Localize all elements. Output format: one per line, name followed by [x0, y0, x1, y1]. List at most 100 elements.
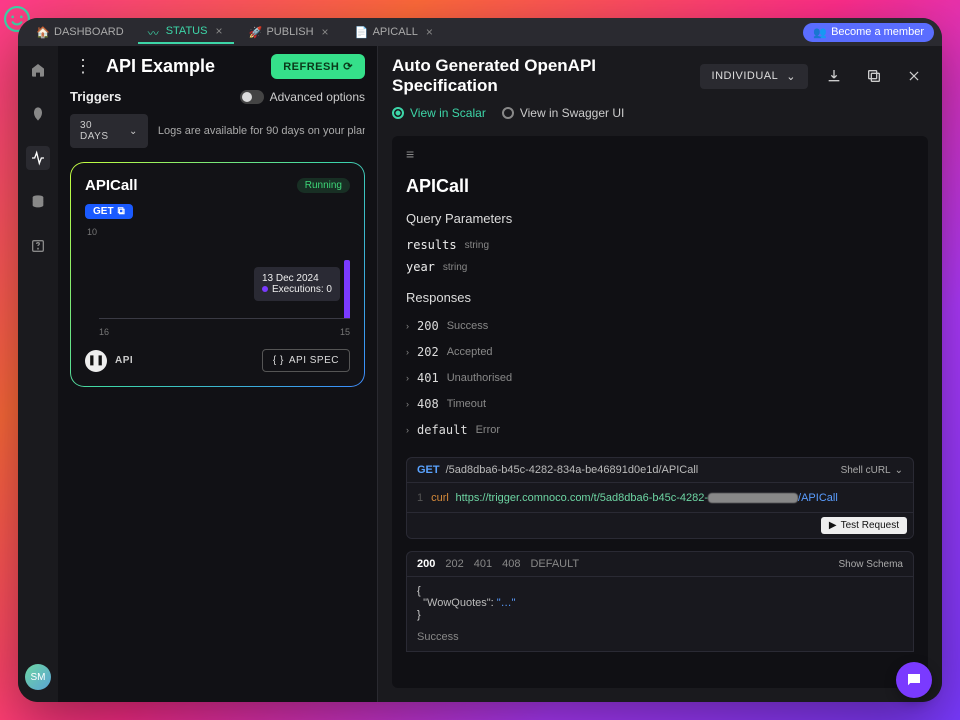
sidebar: SM: [18, 46, 58, 702]
param-type: string: [465, 240, 489, 251]
view-scalar-radio[interactable]: View in Scalar: [392, 106, 486, 120]
code-sample: GET /5ad8dba6-b45c-4282-834a-be46891d0e1…: [406, 457, 914, 539]
trigger-card[interactable]: APICall Running GET ⧉ 10: [70, 162, 365, 387]
logs-retention-msg: Logs are available for 90 days on your p…: [158, 125, 365, 137]
url-end: /APICall: [798, 492, 838, 504]
tab-label: APICALL: [373, 26, 418, 38]
response-code: 202: [417, 345, 439, 359]
discord-icon: 👥: [813, 26, 827, 39]
chevron-right-icon: ›: [406, 399, 409, 409]
code-method: GET: [417, 464, 440, 476]
sidebar-item-database[interactable]: [26, 190, 50, 214]
x-tick-end: 15: [340, 327, 350, 337]
radio-icon: [502, 107, 514, 119]
tab-label: PUBLISH: [266, 26, 313, 38]
chevron-down-icon: ⌄: [895, 465, 903, 476]
sidebar-item-help[interactable]: [26, 234, 50, 258]
avatar[interactable]: SM: [25, 664, 51, 690]
download-button[interactable]: [820, 62, 848, 90]
test-label: Test Request: [841, 520, 899, 531]
tooltip-date: 13 Dec 2024: [262, 273, 332, 284]
become-member-button[interactable]: 👥 Become a member: [803, 23, 934, 42]
resp-tab-408[interactable]: 408: [502, 558, 520, 570]
radio-icon: [392, 107, 404, 119]
response-row[interactable]: › 408 Timeout: [406, 391, 914, 417]
tab-apicall[interactable]: 📄 APICALL ×: [345, 21, 445, 43]
tab-label: DASHBOARD: [54, 26, 124, 38]
api-spec-button[interactable]: { } API SPEC: [262, 349, 350, 372]
curl-cmd: curl: [431, 492, 449, 504]
close-icon[interactable]: ×: [424, 25, 435, 39]
code-path: /5ad8dba6-b45c-4282-834a-be46891d0e1d/AP…: [446, 464, 699, 476]
chevron-down-icon: ⌄: [786, 70, 796, 83]
close-button[interactable]: [900, 62, 928, 90]
pause-button[interactable]: ❚❚: [85, 350, 107, 372]
test-request-button[interactable]: ▶ Test Request: [821, 517, 907, 534]
chart-tooltip: 13 Dec 2024 Executions: 0: [254, 267, 340, 301]
sidebar-item-rocket[interactable]: [26, 102, 50, 126]
tab-label: STATUS: [166, 25, 208, 37]
response-json: { "WowQuotes": "…" } Success: [406, 577, 914, 652]
chat-fab[interactable]: [896, 662, 932, 698]
copy-button[interactable]: [860, 62, 888, 90]
method-pill[interactable]: GET ⧉: [85, 204, 133, 219]
home-icon: 🏠: [36, 26, 48, 38]
view-swagger-radio[interactable]: View in Swagger UI: [502, 106, 625, 120]
menu-icon[interactable]: ≡: [406, 146, 914, 162]
refresh-icon: ⟳: [343, 60, 353, 73]
endpoint-name: APICall: [406, 176, 914, 197]
resp-tab-401[interactable]: 401: [474, 558, 492, 570]
executions-chart: 10 16 15 13 Dec 2024: [85, 227, 350, 337]
spec-label: API SPEC: [289, 355, 339, 366]
triggers-panel: ⋮ API Example REFRESH ⟳ Triggers Advance…: [58, 46, 378, 702]
spec-title: Auto Generated OpenAPI Specification: [392, 56, 688, 96]
response-tabs: 200 202 401 408 DEFAULT Show Schema: [406, 551, 914, 577]
refresh-button[interactable]: REFRESH ⟳: [271, 54, 365, 79]
response-label: Timeout: [447, 398, 486, 410]
sidebar-item-home[interactable]: [26, 58, 50, 82]
sidebar-item-activity[interactable]: [26, 146, 50, 170]
resp-tab-200[interactable]: 200: [417, 558, 435, 570]
shell-select[interactable]: Shell cURL ⌄: [841, 465, 903, 476]
response-row[interactable]: › 200 Success: [406, 313, 914, 339]
radio-label: View in Swagger UI: [520, 106, 625, 120]
response-label: Success: [447, 320, 489, 332]
advanced-label: Advanced options: [270, 90, 365, 104]
scope-select[interactable]: INDIVIDUAL ⌄: [700, 64, 808, 89]
y-tick-10: 10: [87, 227, 97, 237]
more-icon[interactable]: ⋮: [70, 54, 96, 79]
triggers-heading: Triggers: [70, 89, 121, 104]
tab-dashboard[interactable]: 🏠 DASHBOARD: [26, 22, 134, 42]
show-schema-button[interactable]: Show Schema: [839, 559, 903, 570]
response-row[interactable]: › 401 Unauthorised: [406, 365, 914, 391]
x-tick-start: 16: [99, 327, 109, 337]
param-row: year string: [406, 256, 914, 278]
chevron-down-icon: ⌄: [129, 126, 138, 137]
chevron-right-icon: ›: [406, 373, 409, 383]
tab-status[interactable]: 〰 STATUS ×: [138, 20, 235, 44]
advanced-toggle[interactable]: [240, 90, 264, 104]
param-name: results: [406, 238, 457, 252]
close-icon[interactable]: ×: [320, 25, 331, 39]
redacted-segment: [708, 493, 798, 503]
play-icon: ▶: [829, 520, 837, 531]
range-label: 30 DAYS: [80, 120, 123, 142]
response-row[interactable]: › 202 Accepted: [406, 339, 914, 365]
braces-icon: { }: [273, 355, 284, 366]
method-label: GET: [93, 206, 114, 217]
response-code: default: [417, 423, 468, 437]
response-row[interactable]: › default Error: [406, 417, 914, 443]
param-type: string: [443, 262, 467, 273]
radio-label: View in Scalar: [410, 106, 486, 120]
trigger-name: APICall: [85, 177, 138, 194]
chevron-right-icon: ›: [406, 347, 409, 357]
tab-bar: 🏠 DASHBOARD 〰 STATUS × 🚀 PUBLISH × 📄 API…: [18, 18, 942, 46]
date-range-select[interactable]: 30 DAYS ⌄: [70, 114, 148, 148]
resp-tab-202[interactable]: 202: [445, 558, 463, 570]
resp-tab-default[interactable]: DEFAULT: [530, 558, 579, 570]
file-icon: 📄: [355, 26, 367, 38]
close-icon[interactable]: ×: [213, 24, 224, 38]
line-number: 1: [417, 492, 423, 504]
tab-publish[interactable]: 🚀 PUBLISH ×: [238, 21, 340, 43]
refresh-label: REFRESH: [283, 61, 339, 73]
